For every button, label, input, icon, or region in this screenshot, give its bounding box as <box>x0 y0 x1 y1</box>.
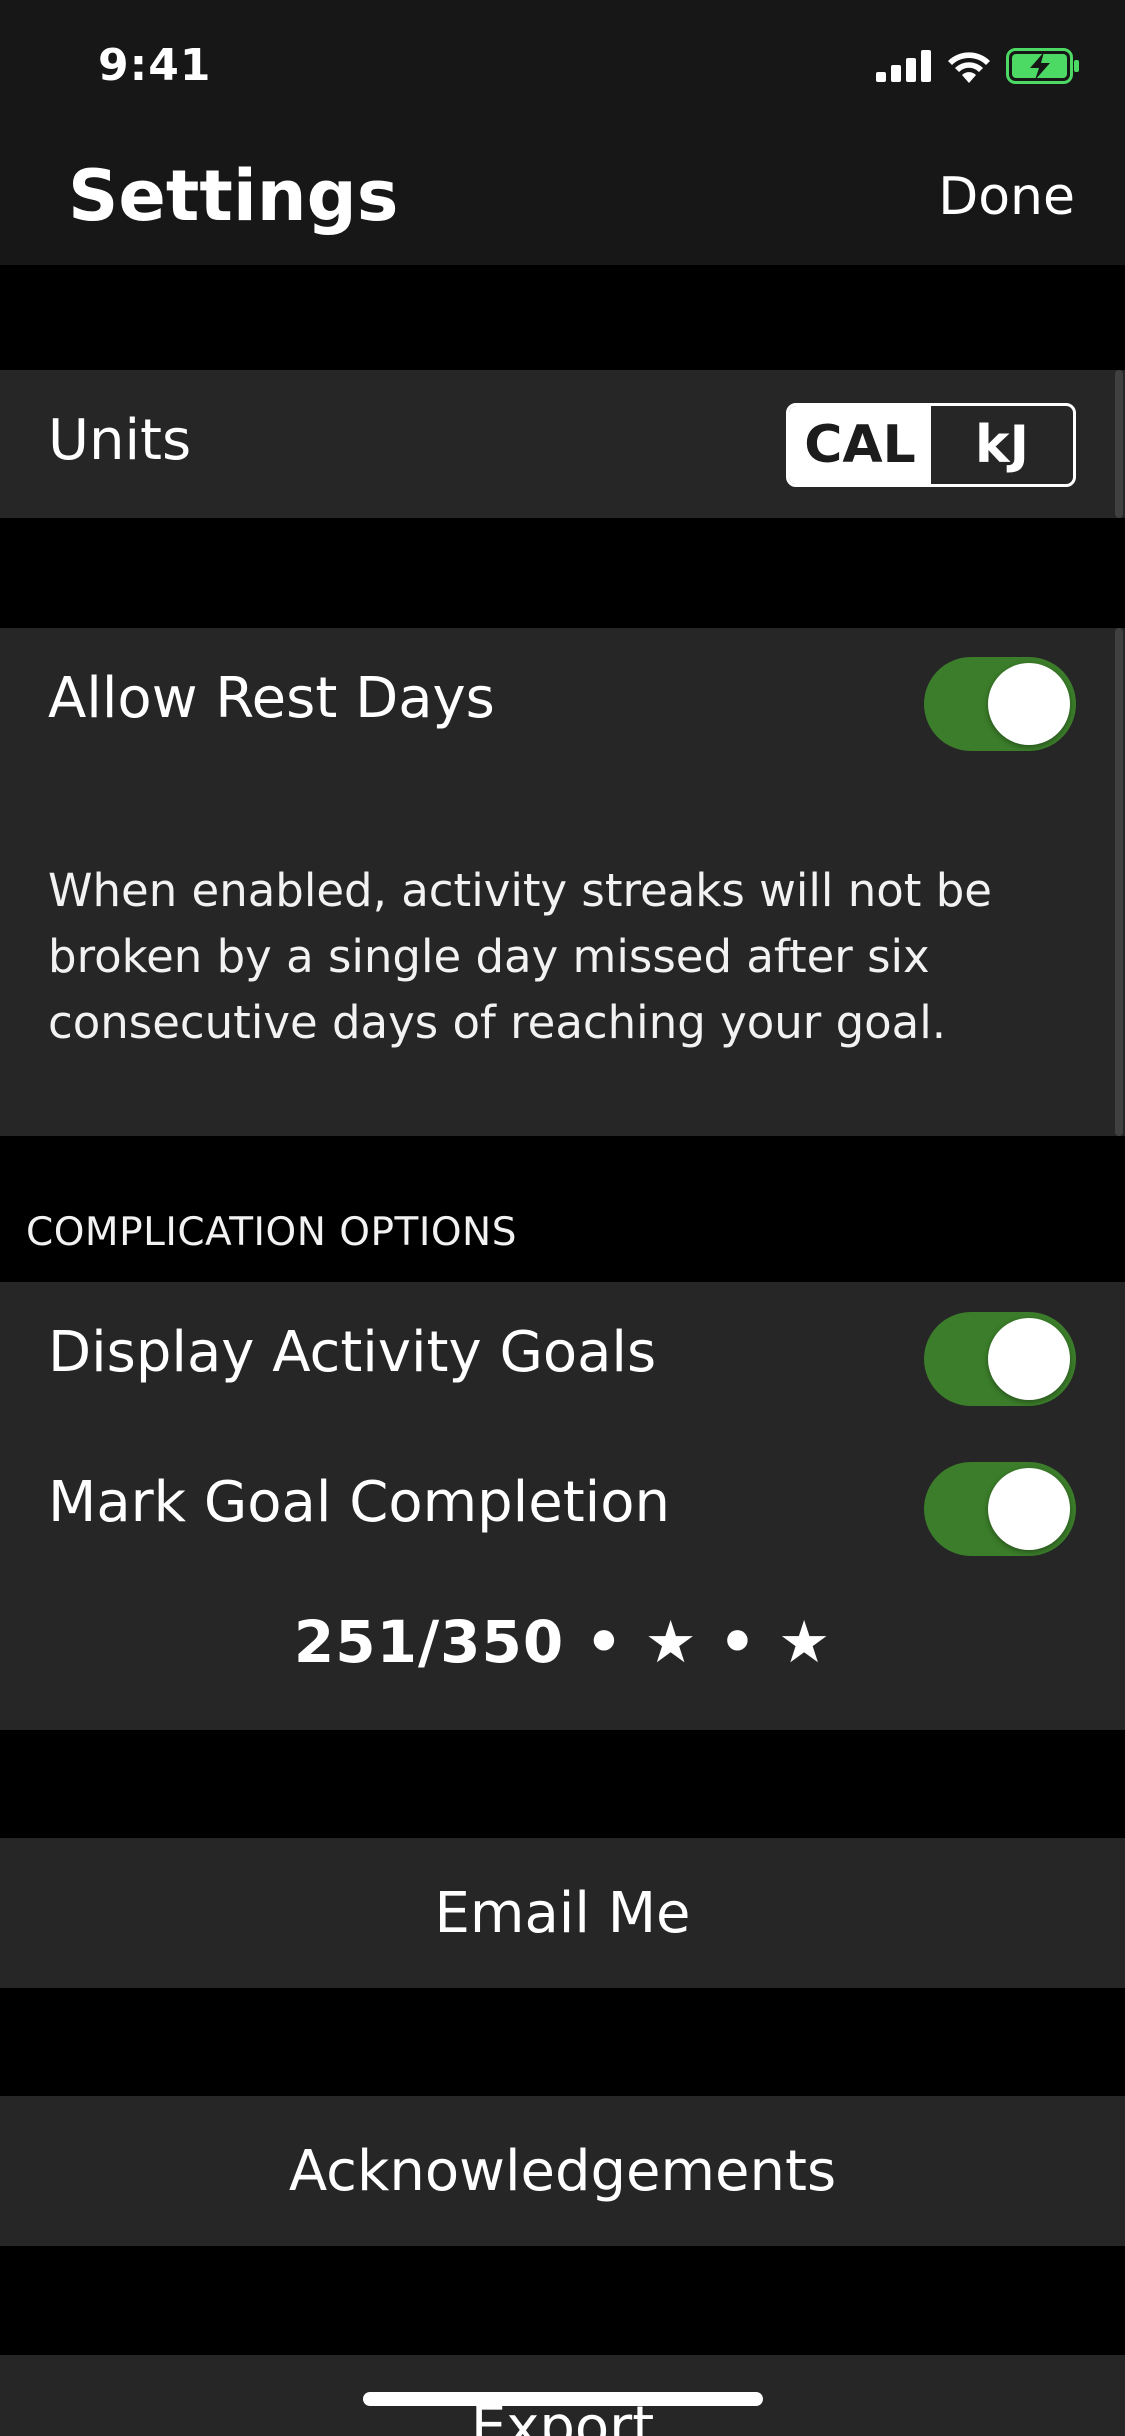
page-title: Settings <box>68 155 399 237</box>
email-me-button[interactable]: Email Me <box>0 1838 1125 1988</box>
status-icons <box>876 48 1080 88</box>
units-option-kj[interactable]: kJ <box>931 406 1073 484</box>
scroll-indicator <box>1115 628 1123 1136</box>
mark-goal-completion-label: Mark Goal Completion <box>48 1470 670 1535</box>
wifi-icon <box>946 49 992 87</box>
status-bar: 9:41 <box>0 0 1125 135</box>
done-button[interactable]: Done <box>938 167 1075 227</box>
rest-days-description: When enabled, activity streaks will not … <box>48 864 992 1049</box>
complication-preview: 251/350 • ★ • ★ <box>293 1608 832 1676</box>
email-me-label: Email Me <box>434 1880 691 1946</box>
acknowledgements-button[interactable]: Acknowledgements <box>0 2096 1125 2246</box>
allow-rest-days-toggle[interactable] <box>924 657 1076 751</box>
units-label: Units <box>48 408 192 473</box>
battery-charging-icon <box>1006 48 1080 88</box>
units-segmented-control[interactable]: CAL kJ <box>786 403 1076 487</box>
status-time: 9:41 <box>98 40 212 91</box>
scroll-indicator <box>1115 370 1123 518</box>
mark-goal-completion-toggle[interactable] <box>924 1462 1076 1556</box>
units-section: Units CAL kJ <box>0 370 1125 518</box>
allow-rest-days-label: Allow Rest Days <box>48 666 495 731</box>
navigation-bar: Settings Done <box>0 135 1125 265</box>
toggle-knob <box>988 1318 1070 1400</box>
toggle-knob <box>988 1468 1070 1550</box>
rest-days-section: Allow Rest Days When enabled, activity s… <box>0 628 1125 1136</box>
complication-options-header: COMPLICATION OPTIONS <box>26 1210 517 1255</box>
units-option-cal[interactable]: CAL <box>789 406 931 484</box>
toggle-knob <box>988 663 1070 745</box>
display-activity-goals-toggle[interactable] <box>924 1312 1076 1406</box>
home-indicator <box>363 2392 763 2406</box>
signal-icon <box>876 50 932 86</box>
display-activity-goals-label: Display Activity Goals <box>48 1320 657 1385</box>
acknowledgements-label: Acknowledgements <box>288 2138 837 2204</box>
